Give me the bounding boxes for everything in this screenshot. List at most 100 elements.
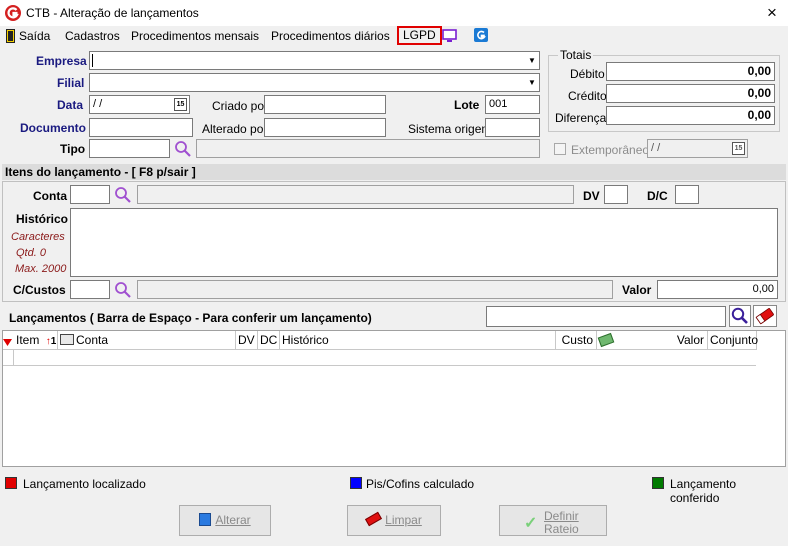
extemporaneo-date-value: / /	[651, 142, 661, 154]
extemporaneo-label: Extemporâneo	[571, 143, 650, 157]
search-icon[interactable]	[114, 186, 132, 204]
grid-empty-row[interactable]	[3, 348, 756, 366]
sort-ascending-icon: ↑1	[45, 336, 57, 347]
ccustos-label: C/Custos	[13, 283, 66, 297]
data-value: / /	[93, 98, 103, 110]
lote-field[interactable]: 001	[485, 95, 540, 114]
tipo-description-field	[196, 139, 540, 158]
menu-lgpd[interactable]: LGPD	[397, 26, 442, 45]
col-valor[interactable]: Valor	[597, 331, 708, 349]
menu-cadastros[interactable]: Cadastros	[65, 27, 120, 45]
definir-rateio-button[interactable]: ✓ Definir Rateio	[499, 505, 607, 536]
data-label: Data	[57, 98, 84, 112]
col-item-label: Item	[16, 333, 40, 347]
valor-label: Valor	[622, 283, 652, 297]
search-icon[interactable]	[114, 281, 132, 299]
empresa-combo[interactable]: ▼	[89, 51, 540, 70]
lancamentos-search-button[interactable]	[729, 305, 751, 327]
col-conta-label: Conta	[76, 333, 109, 347]
max-text: Max. 2000	[15, 263, 67, 275]
grid-row-divider	[13, 349, 14, 366]
col-conta[interactable]: Conta	[58, 331, 236, 349]
app-logo-icon	[4, 4, 22, 22]
dv-label: DV	[583, 189, 600, 203]
eraser-icon	[365, 511, 383, 527]
filial-label: Filial	[57, 76, 85, 90]
chevron-down-icon[interactable]: ▼	[525, 52, 539, 69]
col-item[interactable]: Item ↑1	[14, 331, 58, 349]
alterado-por-label: Alterado por	[202, 122, 268, 136]
credito-value: 0,00	[606, 84, 775, 103]
lancamentos-clear-button[interactable]	[753, 305, 777, 327]
limpar-button[interactable]: Limpar	[347, 505, 441, 536]
lancamentos-title: Lançamentos ( Barra de Espaço - Para con…	[9, 311, 372, 325]
chevron-down-icon[interactable]: ▼	[525, 74, 539, 91]
ccustos-description-field	[137, 280, 613, 299]
save-icon	[199, 513, 212, 526]
contact-card-icon	[60, 334, 74, 345]
alterado-por-field[interactable]	[264, 118, 386, 137]
empresa-label: Empresa	[36, 54, 87, 68]
extemporaneo-date-field[interactable]: / / 15	[647, 139, 748, 158]
menu-saida[interactable]: Saída	[19, 27, 50, 45]
data-field[interactable]: / / 15	[89, 95, 190, 114]
extemporaneo-checkbox[interactable]	[554, 143, 566, 155]
legend-conferido-swatch	[652, 477, 664, 489]
dc-label: D/C	[647, 189, 668, 203]
col-historico[interactable]: Histórico	[280, 331, 556, 349]
legend-piscofins-swatch	[350, 477, 362, 489]
valor-field[interactable]: 0,00	[657, 280, 778, 299]
filial-combo[interactable]: ▼	[89, 73, 540, 92]
qtd-text: Qtd. 0	[16, 247, 46, 259]
documento-field[interactable]	[89, 118, 193, 137]
col-dv[interactable]: DV	[236, 331, 258, 349]
debito-label: Débito	[570, 67, 605, 81]
monitor-icon[interactable]	[442, 29, 457, 43]
alterar-label: Alterar	[215, 513, 251, 527]
historico-label: Histórico	[16, 212, 69, 226]
g-app-icon[interactable]	[474, 28, 488, 42]
criado-por-field[interactable]	[264, 95, 386, 114]
col-dc[interactable]: DC	[258, 331, 280, 349]
col-custo[interactable]: Custo	[556, 331, 597, 349]
col-conjunto[interactable]: Conjunto	[708, 331, 758, 349]
calendar-icon[interactable]: 15	[732, 142, 745, 155]
historico-textarea[interactable]	[70, 208, 778, 277]
lote-label: Lote	[454, 98, 480, 112]
conta-label: Conta	[33, 189, 67, 203]
documento-label: Documento	[20, 121, 86, 135]
menu-procedimentos-mensais[interactable]: Procedimentos mensais	[131, 27, 259, 45]
dv-field[interactable]	[604, 185, 628, 204]
money-icon	[597, 332, 615, 348]
diferenca-label: Diferença	[555, 111, 607, 125]
conta-description-field	[137, 185, 574, 204]
conta-field[interactable]	[70, 185, 110, 204]
caracteres-text: Caracteres	[11, 231, 65, 243]
sistema-origem-field[interactable]	[485, 118, 540, 137]
diferenca-value: 0,00	[606, 106, 775, 125]
eraser-icon	[755, 308, 774, 325]
menu-procedimentos-diarios[interactable]: Procedimentos diários	[271, 27, 390, 45]
criado-por-label: Criado por	[212, 99, 269, 113]
checkmark-icon: ✓	[524, 515, 538, 532]
calendar-icon[interactable]: 15	[174, 98, 187, 111]
rateio-label: Rateio	[544, 522, 579, 536]
search-icon[interactable]	[174, 140, 192, 158]
window-title: CTB - Alteração de lançamentos	[26, 6, 199, 20]
exit-door-icon	[6, 29, 15, 43]
itens-section-header: Itens do lançamento - [ F8 p/sair ]	[2, 164, 786, 180]
lancamentos-search-input[interactable]	[486, 306, 726, 327]
totais-title: Totais	[558, 48, 594, 62]
debito-value: 0,00	[606, 62, 775, 81]
sort-down-icon[interactable]	[3, 336, 12, 346]
limpar-label: Limpar	[385, 513, 422, 527]
sistema-origem-label: Sistema origem	[408, 122, 492, 136]
grid-header-line	[3, 349, 757, 350]
tipo-field[interactable]	[89, 139, 170, 158]
tipo-label: Tipo	[60, 142, 86, 156]
alterar-button[interactable]: Alterar	[179, 505, 271, 536]
close-icon[interactable]: ×	[762, 3, 782, 23]
definir-label: Definir	[544, 509, 579, 523]
dc-field[interactable]	[675, 185, 699, 204]
ccustos-field[interactable]	[70, 280, 110, 299]
